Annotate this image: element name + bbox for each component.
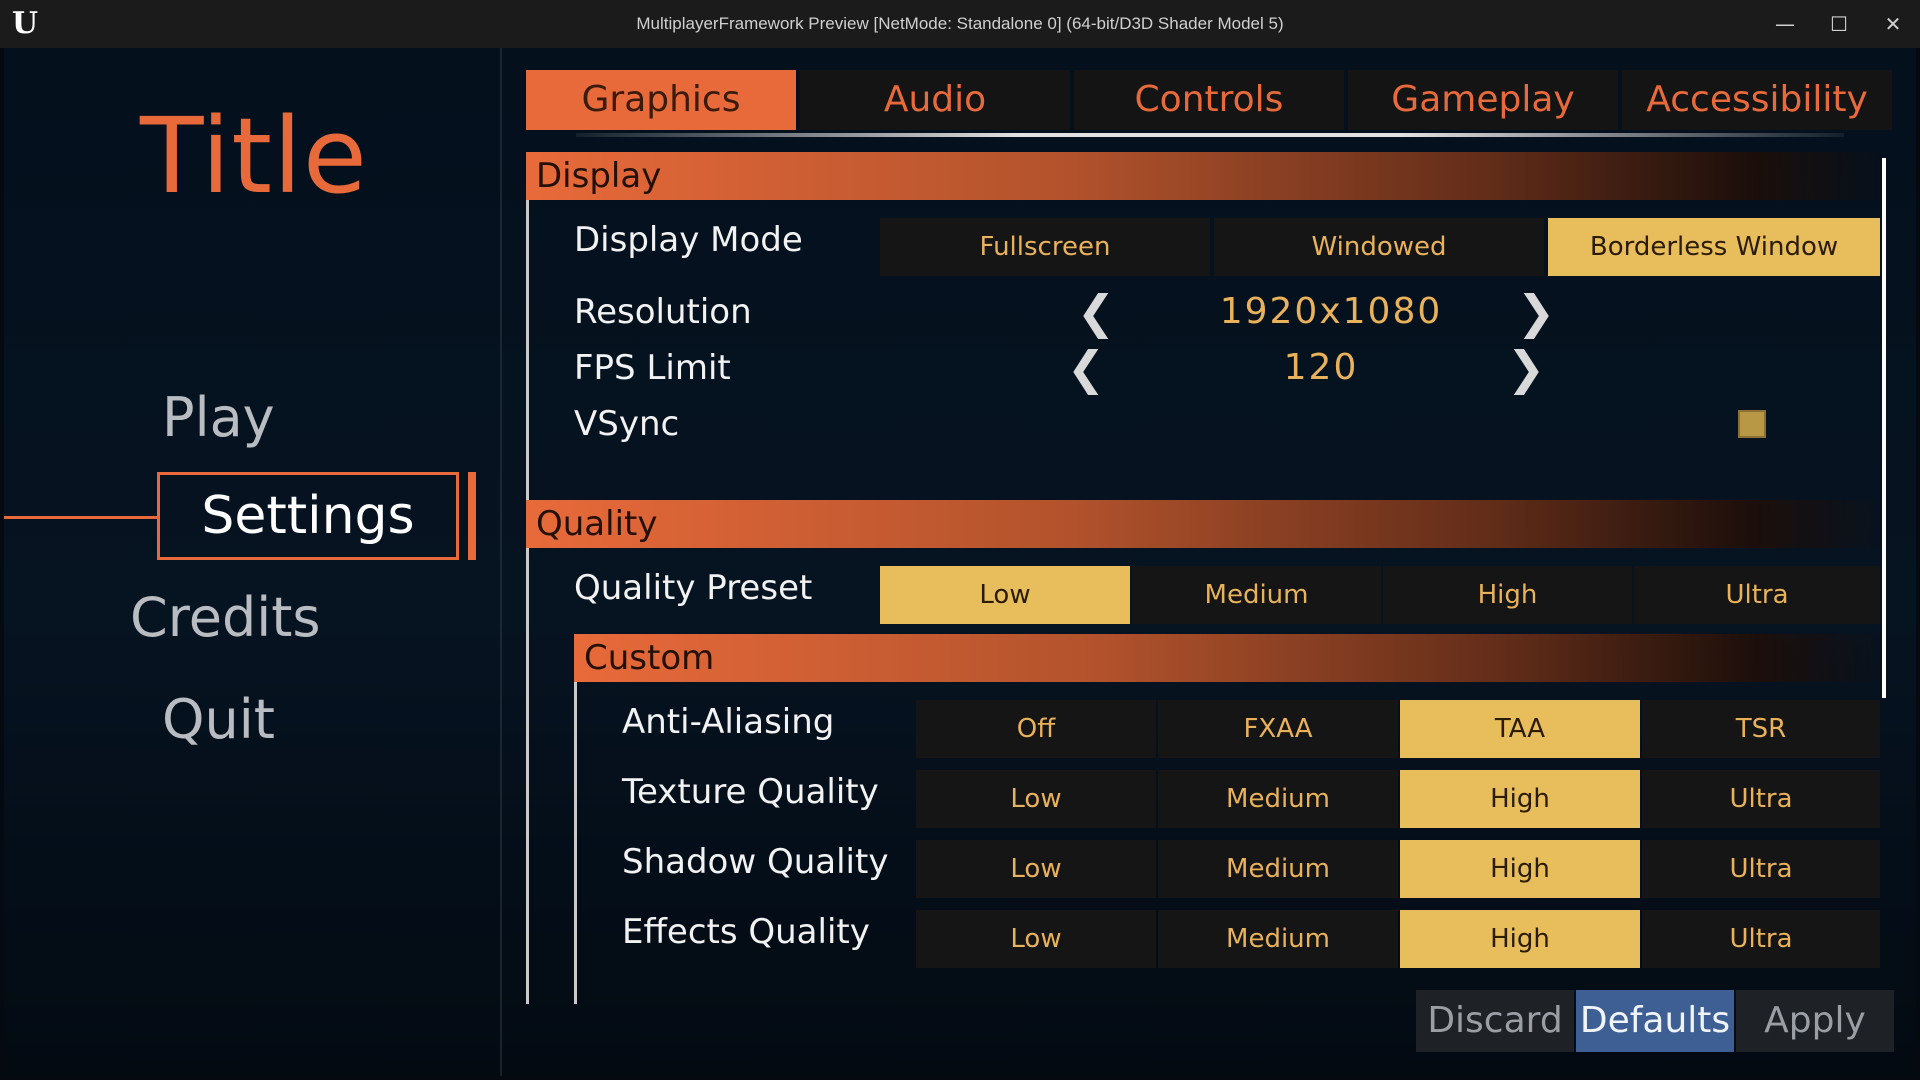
effects-quality-low[interactable]: Low xyxy=(916,910,1156,968)
quality-preset-low[interactable]: Low xyxy=(880,566,1130,624)
fps-limit-label: FPS Limit xyxy=(574,348,731,388)
resolution-prev-icon[interactable]: ❮ xyxy=(1076,286,1116,338)
anti-aliasing-taa[interactable]: TAA xyxy=(1400,700,1640,758)
tab-graphics[interactable]: Graphics xyxy=(526,70,796,130)
display-mode-fullscreen[interactable]: Fullscreen xyxy=(880,218,1210,276)
settings-tabs: Graphics Audio Controls Gameplay Accessi… xyxy=(526,70,1896,130)
tab-underline xyxy=(576,133,1844,137)
section-rail-display xyxy=(526,200,529,500)
fps-limit-prev-icon[interactable]: ❮ xyxy=(1066,342,1106,394)
defaults-button[interactable]: Defaults xyxy=(1576,990,1734,1052)
quality-preset-ultra[interactable]: Ultra xyxy=(1634,566,1880,624)
game-title: Title xyxy=(140,95,368,217)
anti-aliasing-label: Anti-Aliasing xyxy=(622,702,835,742)
game-viewport: Title Play Settings Credits Quit Graphic… xyxy=(4,48,1916,1076)
tab-gameplay[interactable]: Gameplay xyxy=(1348,70,1618,130)
section-header-display: Display xyxy=(526,152,1888,200)
effects-quality-label: Effects Quality xyxy=(622,912,870,952)
tab-controls[interactable]: Controls xyxy=(1074,70,1344,130)
display-mode-label: Display Mode xyxy=(574,220,803,260)
discard-button[interactable]: Discard xyxy=(1416,990,1574,1052)
shadow-quality-label: Shadow Quality xyxy=(622,842,889,882)
vsync-checkbox[interactable] xyxy=(1738,410,1766,438)
anti-aliasing-off[interactable]: Off xyxy=(916,700,1156,758)
menu-selection-bar xyxy=(468,472,476,560)
menu-item-play[interactable]: Play xyxy=(162,378,275,458)
section-header-quality: Quality xyxy=(526,500,1888,548)
quality-preset-label: Quality Preset xyxy=(574,568,813,608)
texture-quality-high[interactable]: High xyxy=(1400,770,1640,828)
minimize-icon[interactable]: — xyxy=(1758,0,1812,48)
display-mode-borderless-window[interactable]: Borderless Window xyxy=(1548,218,1880,276)
vsync-label: VSync xyxy=(574,404,680,444)
settings-scrollbar[interactable] xyxy=(1882,158,1886,698)
app-window: U MultiplayerFramework Preview [NetMode:… xyxy=(0,0,1920,1080)
effects-quality-medium[interactable]: Medium xyxy=(1158,910,1398,968)
fps-limit-next-icon[interactable]: ❯ xyxy=(1506,342,1546,394)
main-menu: Title Play Settings Credits Quit xyxy=(4,48,500,1076)
display-mode-windowed[interactable]: Windowed xyxy=(1214,218,1544,276)
section-rail-custom xyxy=(574,682,577,1004)
resolution-label: Resolution xyxy=(574,292,752,332)
tab-audio[interactable]: Audio xyxy=(800,70,1070,130)
texture-quality-ultra[interactable]: Ultra xyxy=(1642,770,1880,828)
effects-quality-ultra[interactable]: Ultra xyxy=(1642,910,1880,968)
section-rail-quality xyxy=(526,548,529,1004)
section-header-custom: Custom xyxy=(574,634,1888,682)
texture-quality-low[interactable]: Low xyxy=(916,770,1156,828)
tab-accessibility[interactable]: Accessibility xyxy=(1622,70,1892,130)
texture-quality-medium[interactable]: Medium xyxy=(1158,770,1398,828)
fps-limit-value: 120 xyxy=(1283,347,1359,388)
apply-button[interactable]: Apply xyxy=(1736,990,1894,1052)
shadow-quality-medium[interactable]: Medium xyxy=(1158,840,1398,898)
panel-divider xyxy=(500,48,502,1076)
effects-quality-high[interactable]: High xyxy=(1400,910,1640,968)
menu-item-credits[interactable]: Credits xyxy=(130,578,321,658)
resolution-next-icon[interactable]: ❯ xyxy=(1516,286,1556,338)
menu-selection-line xyxy=(4,516,158,519)
close-icon[interactable]: ✕ xyxy=(1866,0,1920,48)
texture-quality-label: Texture Quality xyxy=(622,772,879,812)
graphics-settings-panel[interactable]: Display Display Mode Fullscreen Windowed… xyxy=(526,152,1888,1004)
anti-aliasing-fxaa[interactable]: FXAA xyxy=(1158,700,1398,758)
window-title: MultiplayerFramework Preview [NetMode: S… xyxy=(636,14,1284,33)
menu-item-settings[interactable]: Settings xyxy=(157,472,459,560)
window-title-bar[interactable]: U MultiplayerFramework Preview [NetMode:… xyxy=(0,0,1920,48)
shadow-quality-ultra[interactable]: Ultra xyxy=(1642,840,1880,898)
quality-preset-high[interactable]: High xyxy=(1383,566,1632,624)
resolution-value: 1920x1080 xyxy=(1219,291,1443,332)
anti-aliasing-tsr[interactable]: TSR xyxy=(1642,700,1880,758)
shadow-quality-high[interactable]: High xyxy=(1400,840,1640,898)
quality-preset-medium[interactable]: Medium xyxy=(1132,566,1381,624)
maximize-icon[interactable]: ☐ xyxy=(1812,0,1866,48)
menu-item-quit[interactable]: Quit xyxy=(162,680,275,760)
shadow-quality-low[interactable]: Low xyxy=(916,840,1156,898)
